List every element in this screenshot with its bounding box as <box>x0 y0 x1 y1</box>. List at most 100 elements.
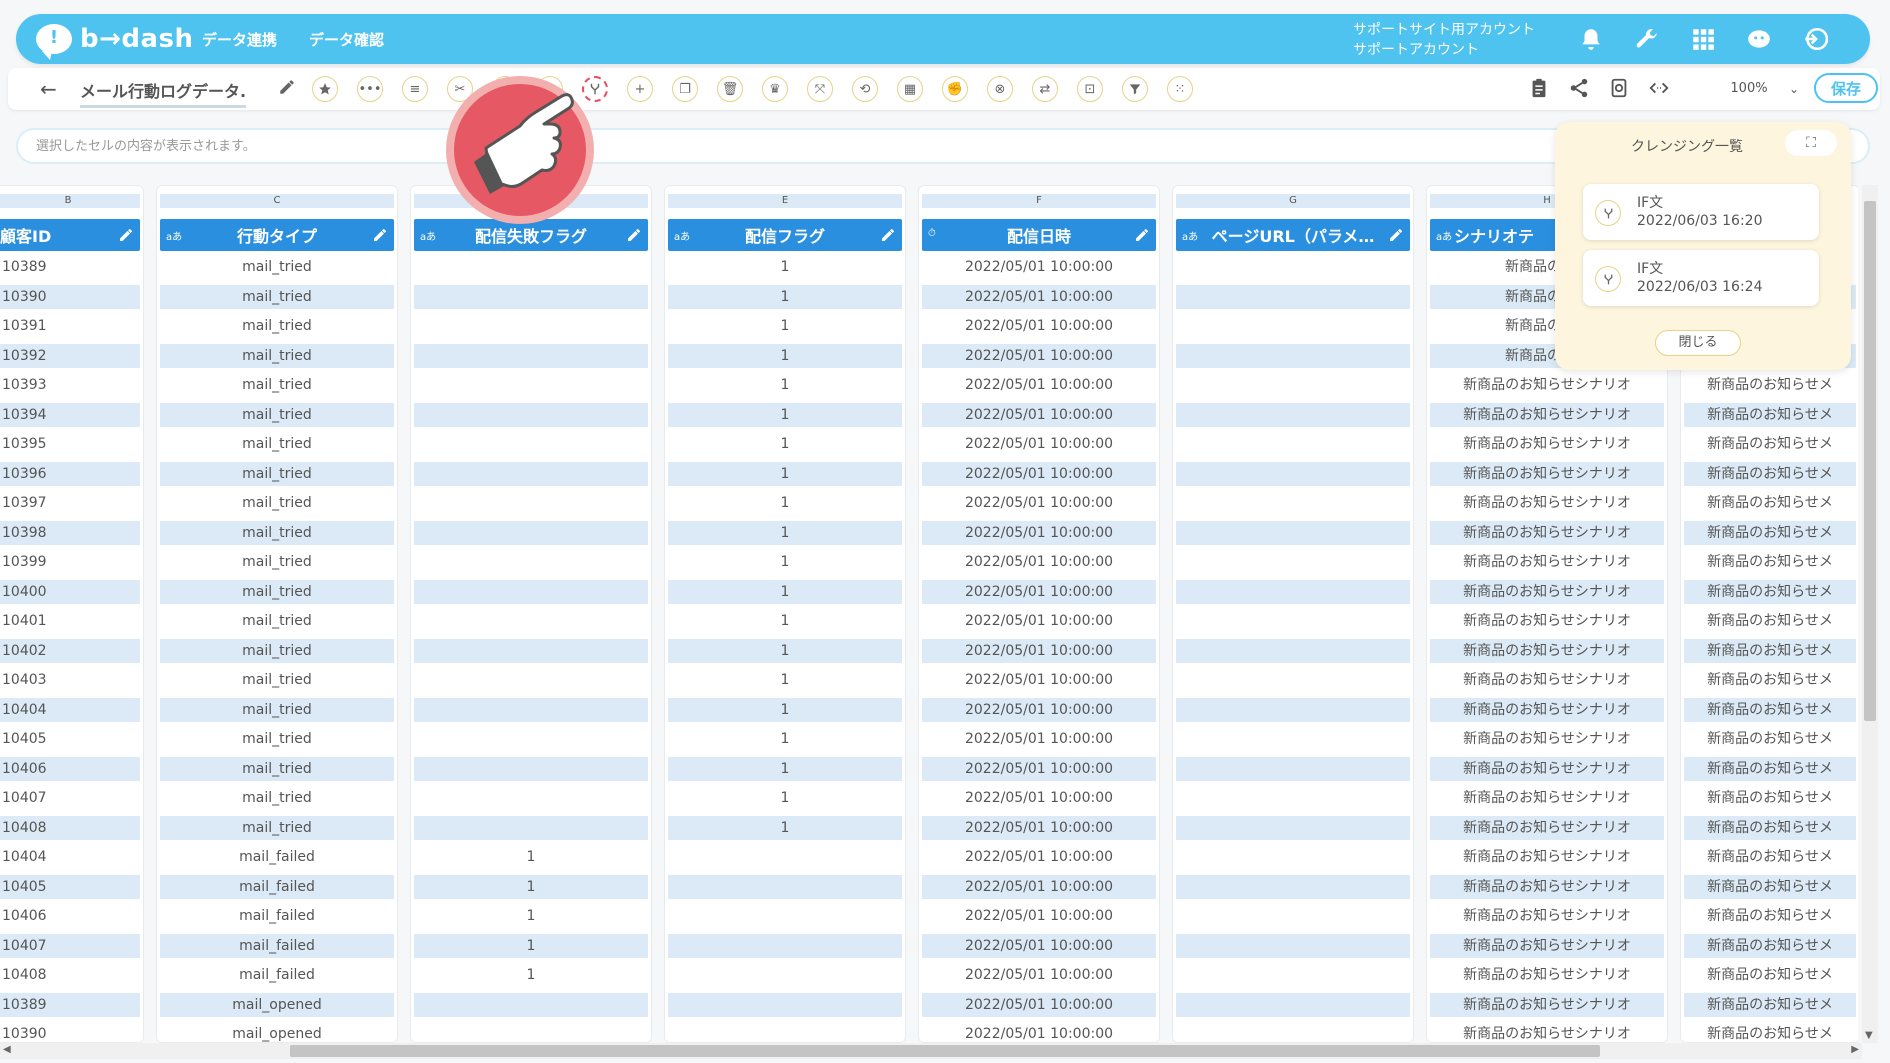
table-cell[interactable]: 新商品のお知らせシナリオ <box>1430 638 1664 663</box>
table-cell[interactable]: 2022/05/01 10:00:00 <box>922 314 1156 338</box>
table-cell[interactable]: 10392 <box>0 343 140 368</box>
table-cell[interactable] <box>1176 874 1410 899</box>
table-cell[interactable]: mail_tried <box>160 432 394 456</box>
table-cell[interactable]: 2022/05/01 10:00:00 <box>922 638 1156 663</box>
table-cell[interactable] <box>414 756 648 781</box>
copy-icon[interactable]: ❐ <box>672 76 698 102</box>
table-cell[interactable]: 2022/05/01 10:00:00 <box>922 284 1156 309</box>
vertical-scrollbar[interactable]: ▼ <box>1862 185 1878 1043</box>
table-cell[interactable] <box>414 668 648 692</box>
table-cell[interactable] <box>414 1022 648 1043</box>
table-cell[interactable] <box>1176 815 1410 840</box>
table-cell[interactable]: mail_tried <box>160 402 394 427</box>
table-cell[interactable]: 10399 <box>0 550 140 574</box>
table-cell[interactable]: mail_tried <box>160 314 394 338</box>
table-cell[interactable]: 新商品のお知らせメ <box>1684 933 1856 958</box>
table-cell[interactable]: 10400 <box>0 579 140 604</box>
grid-dots-icon[interactable]: ⁙ <box>1167 76 1193 102</box>
table-cell[interactable] <box>414 402 648 427</box>
table-cell[interactable]: mail_tried <box>160 343 394 368</box>
table-cell[interactable]: 2022/05/01 10:00:00 <box>922 815 1156 840</box>
edit-column-icon[interactable] <box>1134 227 1150 243</box>
table-cell[interactable] <box>668 963 902 987</box>
scroll-left-arrow-icon[interactable]: ◀ <box>3 1044 11 1055</box>
table-cell[interactable]: 2022/05/01 10:00:00 <box>922 874 1156 899</box>
funnel-icon[interactable] <box>1122 76 1148 102</box>
table-cell[interactable]: 2022/05/01 10:00:00 <box>922 668 1156 692</box>
table-cell[interactable]: 新商品のお知らせシナリオ <box>1430 904 1664 928</box>
table-cell[interactable]: 2022/05/01 10:00:00 <box>922 432 1156 456</box>
table-cell[interactable]: 1 <box>668 638 902 663</box>
clear-icon[interactable]: ⊗ <box>987 76 1013 102</box>
table-cell[interactable] <box>1176 550 1410 574</box>
table-cell[interactable]: 1 <box>668 432 902 456</box>
calculator-icon[interactable]: ▦ <box>897 76 923 102</box>
horizontal-scrollbar[interactable]: ◀ ▶ <box>0 1043 1862 1059</box>
table-cell[interactable] <box>414 373 648 397</box>
table-cell[interactable] <box>1176 461 1410 486</box>
table-cell[interactable] <box>1176 933 1410 958</box>
table-cell[interactable] <box>414 638 648 663</box>
table-cell[interactable]: 新商品のお知らせシナリオ <box>1430 432 1664 456</box>
table-cell[interactable]: 2022/05/01 10:00:00 <box>922 343 1156 368</box>
table-cell[interactable]: mail_tried <box>160 727 394 751</box>
table-cell[interactable]: 2022/05/01 10:00:00 <box>922 579 1156 604</box>
table-cell[interactable]: 新商品のお知らせメ <box>1684 668 1856 692</box>
table-cell[interactable] <box>414 727 648 751</box>
table-cell[interactable]: mail_tried <box>160 491 394 515</box>
table-cell[interactable]: 新商品のお知らせメ <box>1684 491 1856 515</box>
table-cell[interactable] <box>1176 609 1410 633</box>
table-cell[interactable]: 新商品のお知らせシナリオ <box>1430 845 1664 869</box>
table-cell[interactable]: mail_tried <box>160 284 394 309</box>
table-cell[interactable] <box>1176 786 1410 810</box>
table-cell[interactable]: 新商品のお知らせシナリオ <box>1430 461 1664 486</box>
table-cell[interactable]: 新商品のお知らせシナリオ <box>1430 786 1664 810</box>
table-cell[interactable]: 1 <box>414 933 648 958</box>
hand-drag-icon[interactable]: ✊ <box>942 76 968 102</box>
table-cell[interactable]: 新商品のお知らせメ <box>1684 697 1856 722</box>
table-cell[interactable]: 新商品のお知らせシナリオ <box>1430 992 1664 1017</box>
table-cell[interactable]: 10406 <box>0 756 140 781</box>
table-cell[interactable] <box>1176 402 1410 427</box>
table-cell[interactable]: 新商品のお知らせシナリオ <box>1430 579 1664 604</box>
table-cell[interactable] <box>414 491 648 515</box>
table-cell[interactable]: 新商品のお知らせメ <box>1684 579 1856 604</box>
table-cell[interactable]: 10408 <box>0 815 140 840</box>
table-cell[interactable] <box>1176 904 1410 928</box>
table-cell[interactable] <box>668 874 902 899</box>
table-cell[interactable]: 新商品のお知らせメ <box>1684 874 1856 899</box>
table-cell[interactable] <box>1176 520 1410 545</box>
table-cell[interactable] <box>414 432 648 456</box>
table-cell[interactable]: 1 <box>668 402 902 427</box>
table-cell[interactable]: 10393 <box>0 373 140 397</box>
table-cell[interactable] <box>1176 314 1410 338</box>
nav-data-link[interactable]: データ連携 <box>202 29 277 50</box>
table-cell[interactable]: mail_failed <box>160 933 394 958</box>
table-cell[interactable] <box>1176 579 1410 604</box>
table-cell[interactable]: 2022/05/01 10:00:00 <box>922 520 1156 545</box>
table-cell[interactable]: 1 <box>668 284 902 309</box>
table-cell[interactable] <box>1176 255 1410 279</box>
table-cell[interactable]: 1 <box>668 727 902 751</box>
account-info[interactable]: サポートサイト用アカウント サポートアカウント <box>1353 20 1535 60</box>
table-cell[interactable]: 新商品のお知らせシナリオ <box>1430 402 1664 427</box>
table-cell[interactable] <box>1176 343 1410 368</box>
column-header[interactable]: ⏱ 配信日時 <box>922 219 1156 251</box>
table-cell[interactable]: 2022/05/01 10:00:00 <box>922 756 1156 781</box>
table-cell[interactable]: mail_tried <box>160 786 394 810</box>
table-cell[interactable]: 新商品のお知らせメ <box>1684 815 1856 840</box>
table-cell[interactable]: 新商品のお知らせメ <box>1684 963 1856 987</box>
table-cell[interactable]: 新商品のお知らせメ <box>1684 1022 1856 1043</box>
table-cell[interactable]: 2022/05/01 10:00:00 <box>922 255 1156 279</box>
table-cell[interactable]: 10397 <box>0 491 140 515</box>
edit-column-icon[interactable] <box>626 227 642 243</box>
table-cell[interactable]: 新商品のお知らせシナリオ <box>1430 697 1664 722</box>
table-cell[interactable]: mail_tried <box>160 668 394 692</box>
table-cell[interactable]: mail_failed <box>160 963 394 987</box>
table-cell[interactable]: mail_tried <box>160 373 394 397</box>
table-cell[interactable]: 2022/05/01 10:00:00 <box>922 963 1156 987</box>
crown-icon[interactable]: ♛ <box>762 76 788 102</box>
table-cell[interactable] <box>1176 1022 1410 1043</box>
table-cell[interactable] <box>414 550 648 574</box>
table-cell[interactable] <box>1176 668 1410 692</box>
